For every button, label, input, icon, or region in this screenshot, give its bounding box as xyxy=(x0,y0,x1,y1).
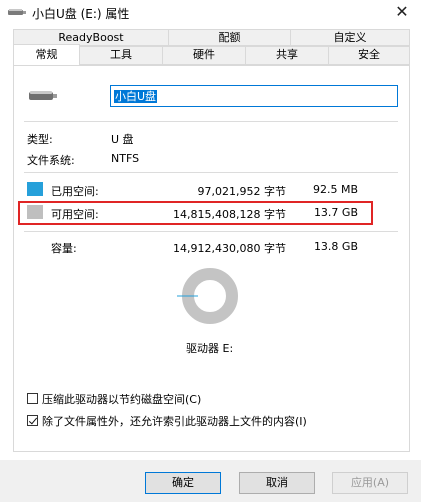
tab-security[interactable]: 安全 xyxy=(328,46,410,65)
type-value: U 盘 xyxy=(111,133,134,146)
separator xyxy=(24,231,398,232)
tab-tools[interactable]: 工具 xyxy=(79,46,163,65)
tab-sharing[interactable]: 共享 xyxy=(245,46,329,65)
title-bar: 小白U盘 (E:) 属性 ✕ xyxy=(0,0,421,26)
separator xyxy=(24,172,398,173)
close-button[interactable]: ✕ xyxy=(389,1,415,23)
tabs-row-2: 常规 工具 硬件 共享 安全 xyxy=(13,44,410,65)
filesystem-label: 文件系统: xyxy=(27,154,75,167)
index-checkbox[interactable] xyxy=(27,415,38,426)
compress-checkbox[interactable] xyxy=(27,393,38,404)
index-label[interactable]: 除了文件属性外，还允许索引此驱动器上文件的内容(I) xyxy=(42,413,307,429)
cancel-button[interactable]: 取消 xyxy=(239,472,315,494)
apply-button[interactable]: 应用(A) xyxy=(332,472,408,494)
tab-hardware[interactable]: 硬件 xyxy=(162,46,246,65)
filesystem-value: NTFS xyxy=(111,152,140,165)
usage-donut-chart xyxy=(177,268,238,324)
drive-name-input[interactable]: 小白U盘 xyxy=(110,85,398,107)
separator xyxy=(24,121,398,122)
tab-customize[interactable]: 自定义 xyxy=(290,29,410,46)
drive-letter-label: 驱动器 E: xyxy=(186,342,234,355)
capacity-bytes: 14,912,430,080 字节 xyxy=(173,242,286,255)
usb-drive-icon xyxy=(8,9,26,15)
type-label: 类型: xyxy=(27,133,53,146)
used-space-size: 92.5 MB xyxy=(312,183,358,196)
ok-button[interactable]: 确定 xyxy=(145,472,221,494)
compress-label[interactable]: 压缩此驱动器以节约磁盘空间(C) xyxy=(42,391,201,407)
used-space-bytes: 97,021,952 字节 xyxy=(197,185,286,198)
capacity-size: 13.8 GB xyxy=(313,240,358,253)
drive-name-text: 小白U盘 xyxy=(114,90,158,103)
used-space-swatch xyxy=(27,182,43,196)
usb-drive-icon xyxy=(29,91,57,100)
capacity-label: 容量: xyxy=(51,242,77,255)
used-space-label: 已用空间: xyxy=(51,185,99,198)
tab-quota[interactable]: 配额 xyxy=(168,29,291,46)
free-space-highlight-box xyxy=(18,201,373,225)
tab-general[interactable]: 常规 xyxy=(13,44,80,65)
window-title: 小白U盘 (E:) 属性 xyxy=(32,7,130,21)
